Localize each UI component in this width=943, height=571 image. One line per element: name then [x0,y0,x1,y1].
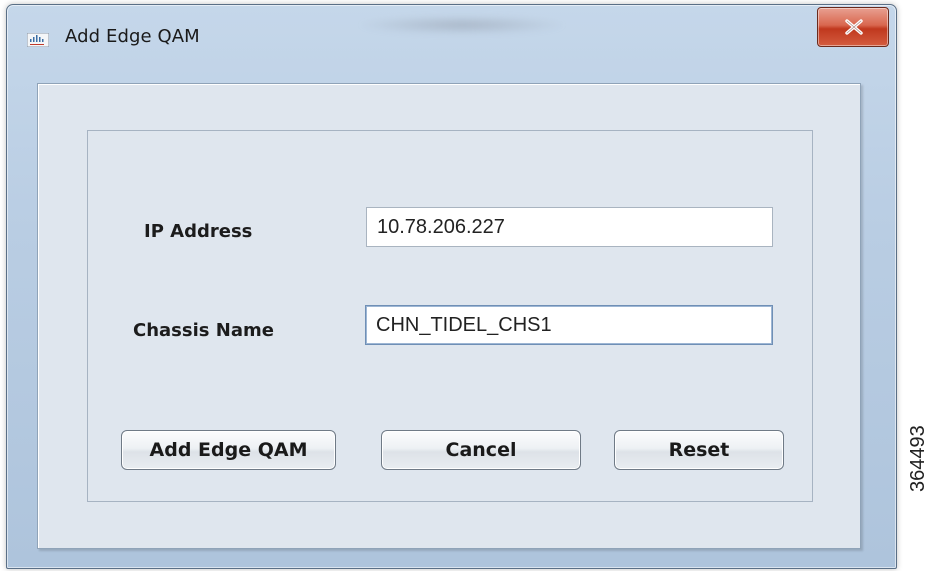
form-panel: IP Address Chassis Name Add Edge QAM Can… [87,130,813,502]
cisco-app-icon [26,32,50,48]
background-window-title-ghost [357,15,567,35]
ip-address-label: IP Address [144,221,253,242]
title-bar[interactable]: Add Edge QAM [7,5,896,79]
screenshot-page: Add Edge QAM IP Address Chassis Name Add… [0,0,943,571]
dialog-client-area: IP Address Chassis Name Add Edge QAM Can… [37,83,861,549]
cancel-button[interactable]: Cancel [381,430,581,470]
close-button[interactable] [817,7,889,47]
reset-button[interactable]: Reset [614,430,784,470]
add-edge-qam-dialog: Add Edge QAM IP Address Chassis Name Add… [6,4,897,569]
figure-id-label: 364493 [907,425,929,492]
chassis-name-field[interactable] [365,305,773,345]
close-x-icon [845,19,863,35]
ip-address-field[interactable] [366,207,773,247]
add-edge-qam-button[interactable]: Add Edge QAM [121,430,336,470]
chassis-name-label: Chassis Name [133,320,274,341]
window-title: Add Edge QAM [65,26,200,47]
